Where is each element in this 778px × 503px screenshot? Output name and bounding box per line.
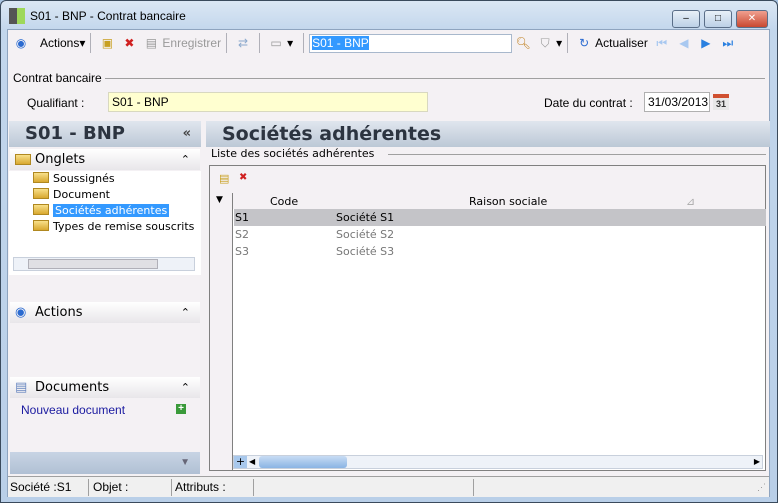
tree-horizontal-scrollbar[interactable]	[13, 257, 195, 271]
calendar-icon[interactable]: 31	[713, 94, 729, 110]
search-icon[interactable]: 🔍︎	[515, 35, 531, 51]
add-document-icon[interactable]: +	[176, 404, 186, 414]
tree-item-document[interactable]: Document	[33, 187, 110, 203]
window-title: S01 - BNP - Contrat bancaire	[30, 9, 186, 23]
documents-section-header[interactable]: ▤ Documents ⌃	[10, 377, 200, 398]
print-icon[interactable]: ▭	[268, 35, 284, 51]
tree-item-types-de-remise[interactable]: Types de remise souscrits	[33, 219, 194, 235]
maximize-button[interactable]: □	[704, 10, 732, 28]
app-logo-icon	[9, 8, 25, 24]
print-dropdown-icon[interactable]: ▾	[287, 36, 293, 50]
new-icon[interactable]: ▣	[99, 35, 115, 51]
qualifiant-input[interactable]: S01 - BNP	[108, 92, 428, 112]
folder-icon	[33, 220, 49, 231]
add-row-button[interactable]: +	[234, 456, 247, 468]
cell-code: S3	[235, 245, 249, 258]
actions-label: Actions	[40, 36, 80, 50]
collapse-sidebar-button[interactable]: «	[183, 121, 191, 147]
next-record-icon[interactable]: ▶	[698, 35, 714, 51]
add-row-icon[interactable]: ▤	[219, 172, 229, 185]
last-record-icon[interactable]: ⏭	[720, 35, 736, 51]
column-header-raison-sociale[interactable]: Raison sociale	[469, 195, 547, 208]
date-label: Date du contrat :	[544, 96, 633, 110]
filter-dropdown-icon[interactable]: ▾	[556, 36, 562, 50]
cell-code: S2	[235, 228, 249, 241]
new-document-link[interactable]: Nouveau document	[21, 403, 125, 417]
tree-item-label: Document	[53, 188, 110, 201]
search-value: S01 - BNP	[312, 35, 369, 50]
table-row[interactable]: S2 Société S2	[234, 226, 766, 243]
table-row[interactable]: S3 Société S3	[234, 243, 766, 260]
group-divider	[105, 78, 765, 79]
companies-grid: ▤ ✖ ▼ Code Raison sociale ⊿ S1 Société S1…	[209, 165, 766, 471]
onglets-tree: Soussignés Document Sociétés adhérentes …	[9, 171, 201, 275]
sidebar-expand-bar[interactable]: ▼	[10, 452, 200, 474]
save-icon[interactable]: ▤	[143, 35, 159, 51]
tree-item-societes-adherentes[interactable]: Sociétés adhérentes	[33, 203, 170, 219]
first-record-icon[interactable]: ⏮	[654, 35, 670, 51]
onglets-title: Onglets	[35, 152, 86, 167]
tree-item-label: Types de remise souscrits	[53, 220, 195, 233]
delete-icon[interactable]: ✖	[121, 35, 137, 51]
documents-title: Documents	[35, 380, 110, 395]
client-area: ◉ Actions▾ ▣ ✖ ▤ Enregistrer ⇄ ▭ ▾ S01 - …	[7, 29, 770, 497]
target-icon[interactable]: ◉	[13, 35, 29, 51]
tree-item-label: Sociétés adhérentes	[53, 204, 170, 217]
divider	[388, 154, 766, 155]
cell-name: Société S3	[336, 245, 395, 258]
sort-dropdown-icon[interactable]: ▼	[216, 195, 223, 205]
toolbar: ◉ Actions▾ ▣ ✖ ▤ Enregistrer ⇄ ▭ ▾ S01 - …	[10, 32, 739, 54]
cell-code: S1	[235, 211, 249, 224]
qualifiant-label: Qualifiant :	[27, 96, 85, 110]
sidebar-title: S01 - BNP «	[9, 121, 201, 147]
grid-horizontal-scrollbar[interactable]: + ◀ ▶	[233, 455, 763, 469]
status-bar: Société :S1 Objet : Attributs : ⋰	[8, 476, 769, 497]
date-input[interactable]: 31/03/2013	[644, 92, 710, 112]
sort-icon: ⊿	[686, 195, 696, 208]
sidebar-title-text: S01 - BNP	[25, 123, 125, 144]
actions-icon: ◉	[15, 305, 27, 320]
status-attributs: Attributs :	[175, 480, 226, 494]
scroll-left-icon[interactable]: ◀	[249, 456, 255, 468]
document-icon: ▤	[15, 380, 28, 395]
refresh-button[interactable]: Actualiser	[595, 36, 648, 50]
sync-icon[interactable]: ⇄	[235, 35, 251, 51]
previous-record-icon[interactable]: ◀	[676, 35, 692, 51]
sidebar: S01 - BNP « Onglets ⌃ Soussignés Document …	[9, 121, 201, 474]
folder-open-icon	[33, 204, 49, 215]
delete-row-icon[interactable]: ✖	[239, 172, 247, 183]
save-button[interactable]: Enregistrer	[162, 36, 221, 50]
actions-menu[interactable]: Actions▾	[40, 36, 85, 50]
search-input[interactable]: S01 - BNP	[309, 33, 513, 53]
folder-icon	[33, 188, 49, 199]
refresh-icon[interactable]: ↻	[576, 35, 592, 51]
scroll-right-icon[interactable]: ▶	[754, 456, 760, 468]
collapse-chevron-icon[interactable]: ⌃	[181, 149, 190, 170]
tree-item-soussignes[interactable]: Soussignés	[33, 171, 115, 187]
onglets-section-header[interactable]: Onglets ⌃	[10, 149, 200, 170]
status-societe: Société :S1	[10, 480, 72, 494]
collapse-chevron-icon[interactable]: ⌃	[181, 302, 190, 323]
minimize-button[interactable]: –	[672, 10, 700, 28]
list-title: Liste des sociétés adhérentes	[211, 147, 375, 160]
cell-name: Société S2	[336, 228, 395, 241]
row-indicator-column: ▼	[210, 193, 233, 470]
cell-name: Société S1	[336, 211, 395, 224]
main-title: Sociétés adhérentes	[206, 121, 770, 147]
form-group-title: Contrat bancaire	[13, 71, 102, 85]
table-row[interactable]: S1 Société S1	[234, 209, 766, 226]
resize-grip-icon[interactable]: ⋰	[757, 477, 766, 497]
actions-title: Actions	[35, 305, 83, 320]
folder-icon	[33, 172, 49, 183]
status-objet: Objet :	[93, 480, 129, 494]
actions-section-header[interactable]: ◉ Actions ⌃	[10, 302, 200, 323]
close-button[interactable]: ✕	[736, 10, 768, 28]
collapse-chevron-icon[interactable]: ⌃	[181, 377, 190, 398]
column-header-code[interactable]: Code	[270, 195, 298, 208]
filter-icon[interactable]: ⛉	[537, 35, 553, 51]
scroll-thumb[interactable]	[259, 456, 347, 468]
tree-item-label: Soussignés	[53, 172, 115, 185]
